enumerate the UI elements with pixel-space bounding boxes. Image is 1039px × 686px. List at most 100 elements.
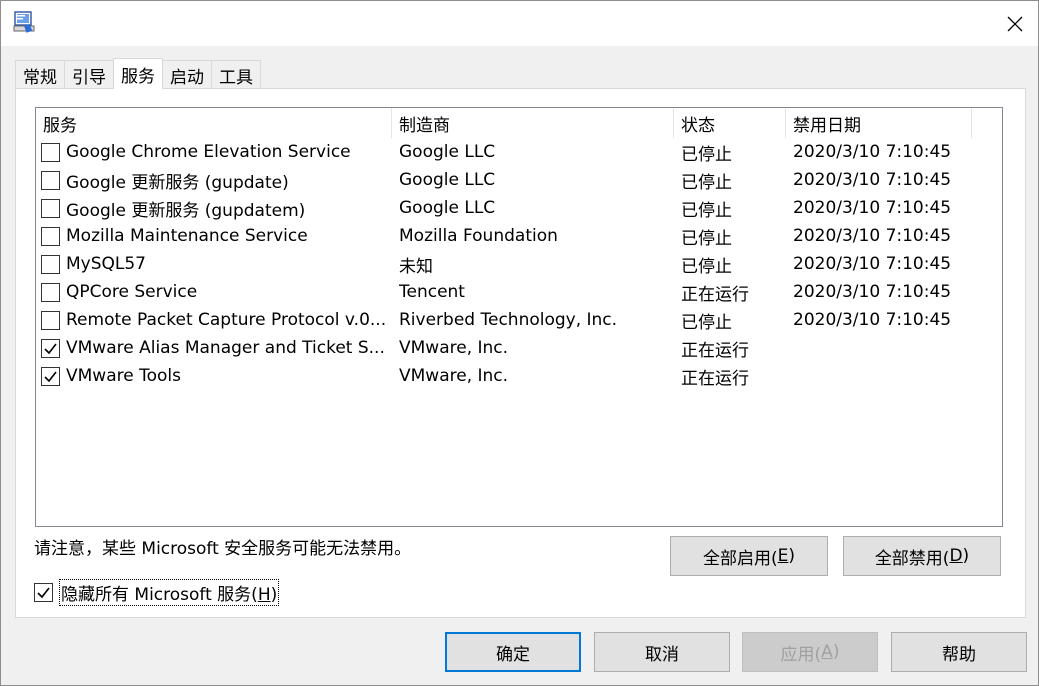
date-disabled-cell: 2020/3/10 7:10:45 [793,282,952,302]
column-header-manufacturer[interactable]: 制造商 [392,108,674,138]
status-cell: 已停止 [681,312,732,333]
disable-all-button[interactable]: 全部禁用(D) [843,536,1001,576]
service-checkbox[interactable] [41,226,60,246]
service-row[interactable]: QPCore Service Tencent 正在运行 2020/3/10 7:10:… [36,278,1002,306]
service-name-cell: Google 更新服务 (gupdatem) [36,196,392,221]
service-name-cell: Google 更新服务 (gupdate) [36,168,392,193]
service-name: Mozilla Maintenance Service [66,226,308,246]
service-checkbox[interactable] [41,310,60,330]
service-name-cell: QPCore Service [36,282,392,302]
service-name-cell: VMware Alias Manager and Ticket S... [36,338,392,358]
msconfig-icon [13,11,35,33]
service-checkbox[interactable] [41,142,60,162]
tab-services[interactable]: 服务 [113,58,163,89]
date-disabled-cell: 2020/3/10 7:10:45 [793,170,952,190]
service-row[interactable]: Google Chrome Elevation Service Google LL… [36,138,1002,166]
status-cell: 正在运行 [681,340,749,361]
checkmark-icon [44,343,57,354]
hide-microsoft-services-checkbox[interactable] [34,583,53,602]
service-name: VMware Tools [66,366,181,386]
apply-label: 应用( [780,644,822,665]
service-row[interactable]: VMware Alias Manager and Ticket S... VMwa… [36,334,1002,362]
manufacturer-cell: Riverbed Technology, Inc. [399,310,618,330]
enable-all-label: 全部启用( [702,548,778,569]
service-row[interactable]: Mozilla Maintenance Service Mozilla Found… [36,222,1002,250]
tab-startup[interactable]: 启动 [162,60,212,89]
list-header: 服务 制造商 状态 禁用日期 [36,108,1002,138]
disable-all-mnemonic: D [949,546,963,566]
service-checkbox[interactable] [41,282,60,302]
notice-text: 请注意，某些 Microsoft 安全服务可能无法禁用。 [34,539,412,559]
apply-button[interactable]: 应用(A) [742,632,878,672]
title-bar[interactable] [1,1,1038,46]
tab-tools[interactable]: 工具 [211,60,261,89]
service-name-cell: Mozilla Maintenance Service [36,226,392,246]
status-cell: 已停止 [681,256,732,277]
column-header-filler [972,108,1002,138]
service-name: Remote Packet Capture Protocol v.0... [66,310,387,330]
system-configuration-window: 常规 引导 服务 启动 工具 服务 制造商 状态 禁用日期 Google Chr… [0,0,1039,686]
disable-all-suffix: ) [962,546,970,566]
service-name-cell: VMware Tools [36,366,392,386]
manufacturer-cell: Tencent [399,282,465,302]
hide-ms-suffix: ) [270,585,278,605]
service-checkbox[interactable] [41,338,60,358]
service-name: QPCore Service [66,282,198,302]
date-disabled-cell: 2020/3/10 7:10:45 [793,226,952,246]
column-header-status[interactable]: 状态 [674,108,786,138]
status-cell: 已停止 [681,144,732,165]
service-checkbox[interactable] [41,198,60,218]
service-row[interactable]: Google 更新服务 (gupdatem) Google LLC 已停止 2020/… [36,194,1002,222]
service-row[interactable]: VMware Tools VMware, Inc. 正在运行 [36,362,1002,390]
hide-microsoft-services-option[interactable]: 隐藏所有 Microsoft 服务(H) [34,579,280,606]
apply-suffix: ) [832,642,840,662]
date-disabled-cell: 2020/3/10 7:10:45 [793,198,952,218]
tab-boot[interactable]: 引导 [64,60,114,89]
hide-microsoft-services-label: 隐藏所有 Microsoft 服务(H) [59,579,280,606]
enable-all-mnemonic: E [777,546,789,566]
service-row[interactable]: MySQL57 未知 已停止 2020/3/10 7:10:45 [36,250,1002,278]
services-panel: 服务 制造商 状态 禁用日期 Google Chrome Elevation S… [15,88,1026,618]
manufacturer-cell: Google LLC [399,170,496,190]
service-name-cell: MySQL57 [36,254,392,274]
service-row[interactable]: Remote Packet Capture Protocol v.0... Riv… [36,306,1002,334]
service-name: Google Chrome Elevation Service [66,142,351,162]
close-button[interactable] [992,1,1038,46]
service-checkbox[interactable] [41,170,60,190]
apply-mnemonic: A [821,642,833,662]
tab-general[interactable]: 常规 [15,60,65,89]
close-icon [1007,16,1023,31]
service-name: MySQL57 [66,254,147,274]
list-body: Google Chrome Elevation Service Google LL… [36,138,1002,390]
cancel-button[interactable]: 取消 [594,632,730,672]
help-button[interactable]: 帮助 [891,632,1027,672]
service-name: Google 更新服务 (gupdate) [66,172,289,193]
enable-all-button[interactable]: 全部启用(E) [670,536,828,576]
service-name-cell: Remote Packet Capture Protocol v.0... [36,310,392,330]
service-name: Google 更新服务 (gupdatem) [66,200,306,221]
date-disabled-cell: 2020/3/10 7:10:45 [793,142,952,162]
ok-button[interactable]: 确定 [445,632,581,672]
service-checkbox[interactable] [41,254,60,274]
column-header-date-disabled[interactable]: 禁用日期 [786,108,972,138]
hide-ms-mnemonic: H [257,585,271,605]
status-cell: 正在运行 [681,284,749,305]
tab-strip: 常规 引导 服务 启动 工具 [15,58,261,89]
checkmark-icon [44,371,57,382]
date-disabled-cell: 2020/3/10 7:10:45 [793,254,952,274]
enable-all-suffix: ) [788,546,796,566]
manufacturer-cell: VMware, Inc. [399,338,509,358]
services-list[interactable]: 服务 制造商 状态 禁用日期 Google Chrome Elevation S… [35,107,1003,527]
manufacturer-cell: Google LLC [399,142,496,162]
manufacturer-cell: Mozilla Foundation [399,226,558,246]
service-name: VMware Alias Manager and Ticket S... [66,338,385,358]
status-cell: 已停止 [681,228,732,249]
manufacturer-cell: Google LLC [399,198,496,218]
service-row[interactable]: Google 更新服务 (gupdate) Google LLC 已停止 2020/3… [36,166,1002,194]
hide-ms-label-text: 隐藏所有 Microsoft 服务( [61,585,258,605]
manufacturer-cell: VMware, Inc. [399,366,509,386]
column-header-service[interactable]: 服务 [36,108,392,138]
status-cell: 已停止 [681,172,732,193]
service-name-cell: Google Chrome Elevation Service [36,142,392,162]
service-checkbox[interactable] [41,366,60,386]
